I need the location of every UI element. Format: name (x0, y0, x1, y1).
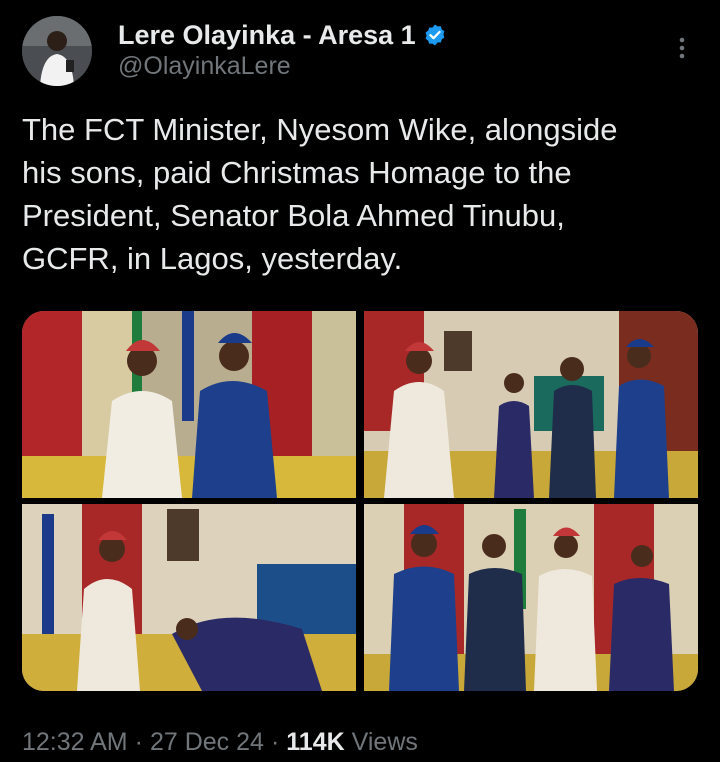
meta-separator: · (270, 728, 280, 756)
tweet-text: The FCT Minister, Nyesom Wike, alongside… (22, 112, 618, 276)
tweet-date[interactable]: 27 Dec 24 (150, 728, 264, 757)
author-display-name[interactable]: Lere Olayinka - Aresa 1 (118, 20, 416, 51)
views-count[interactable]: 114K (286, 728, 344, 757)
verified-badge-icon (423, 23, 447, 47)
photo-4[interactable] (364, 504, 698, 691)
photo-2[interactable] (364, 311, 698, 498)
author-avatar[interactable] (22, 16, 92, 86)
media-grid (22, 311, 698, 691)
photo-1[interactable] (22, 311, 356, 498)
views-label: Views (351, 728, 418, 756)
tweet-time[interactable]: 12:32 AM (22, 728, 128, 757)
author-handle[interactable]: @OlayinkaLere (118, 52, 291, 81)
more-options-icon[interactable] (668, 34, 696, 62)
photo-3[interactable] (22, 504, 356, 691)
meta-separator: · (134, 728, 143, 756)
tweet-meta: 12:32 AM · 27 Dec 24 · 114K Views (22, 728, 418, 757)
